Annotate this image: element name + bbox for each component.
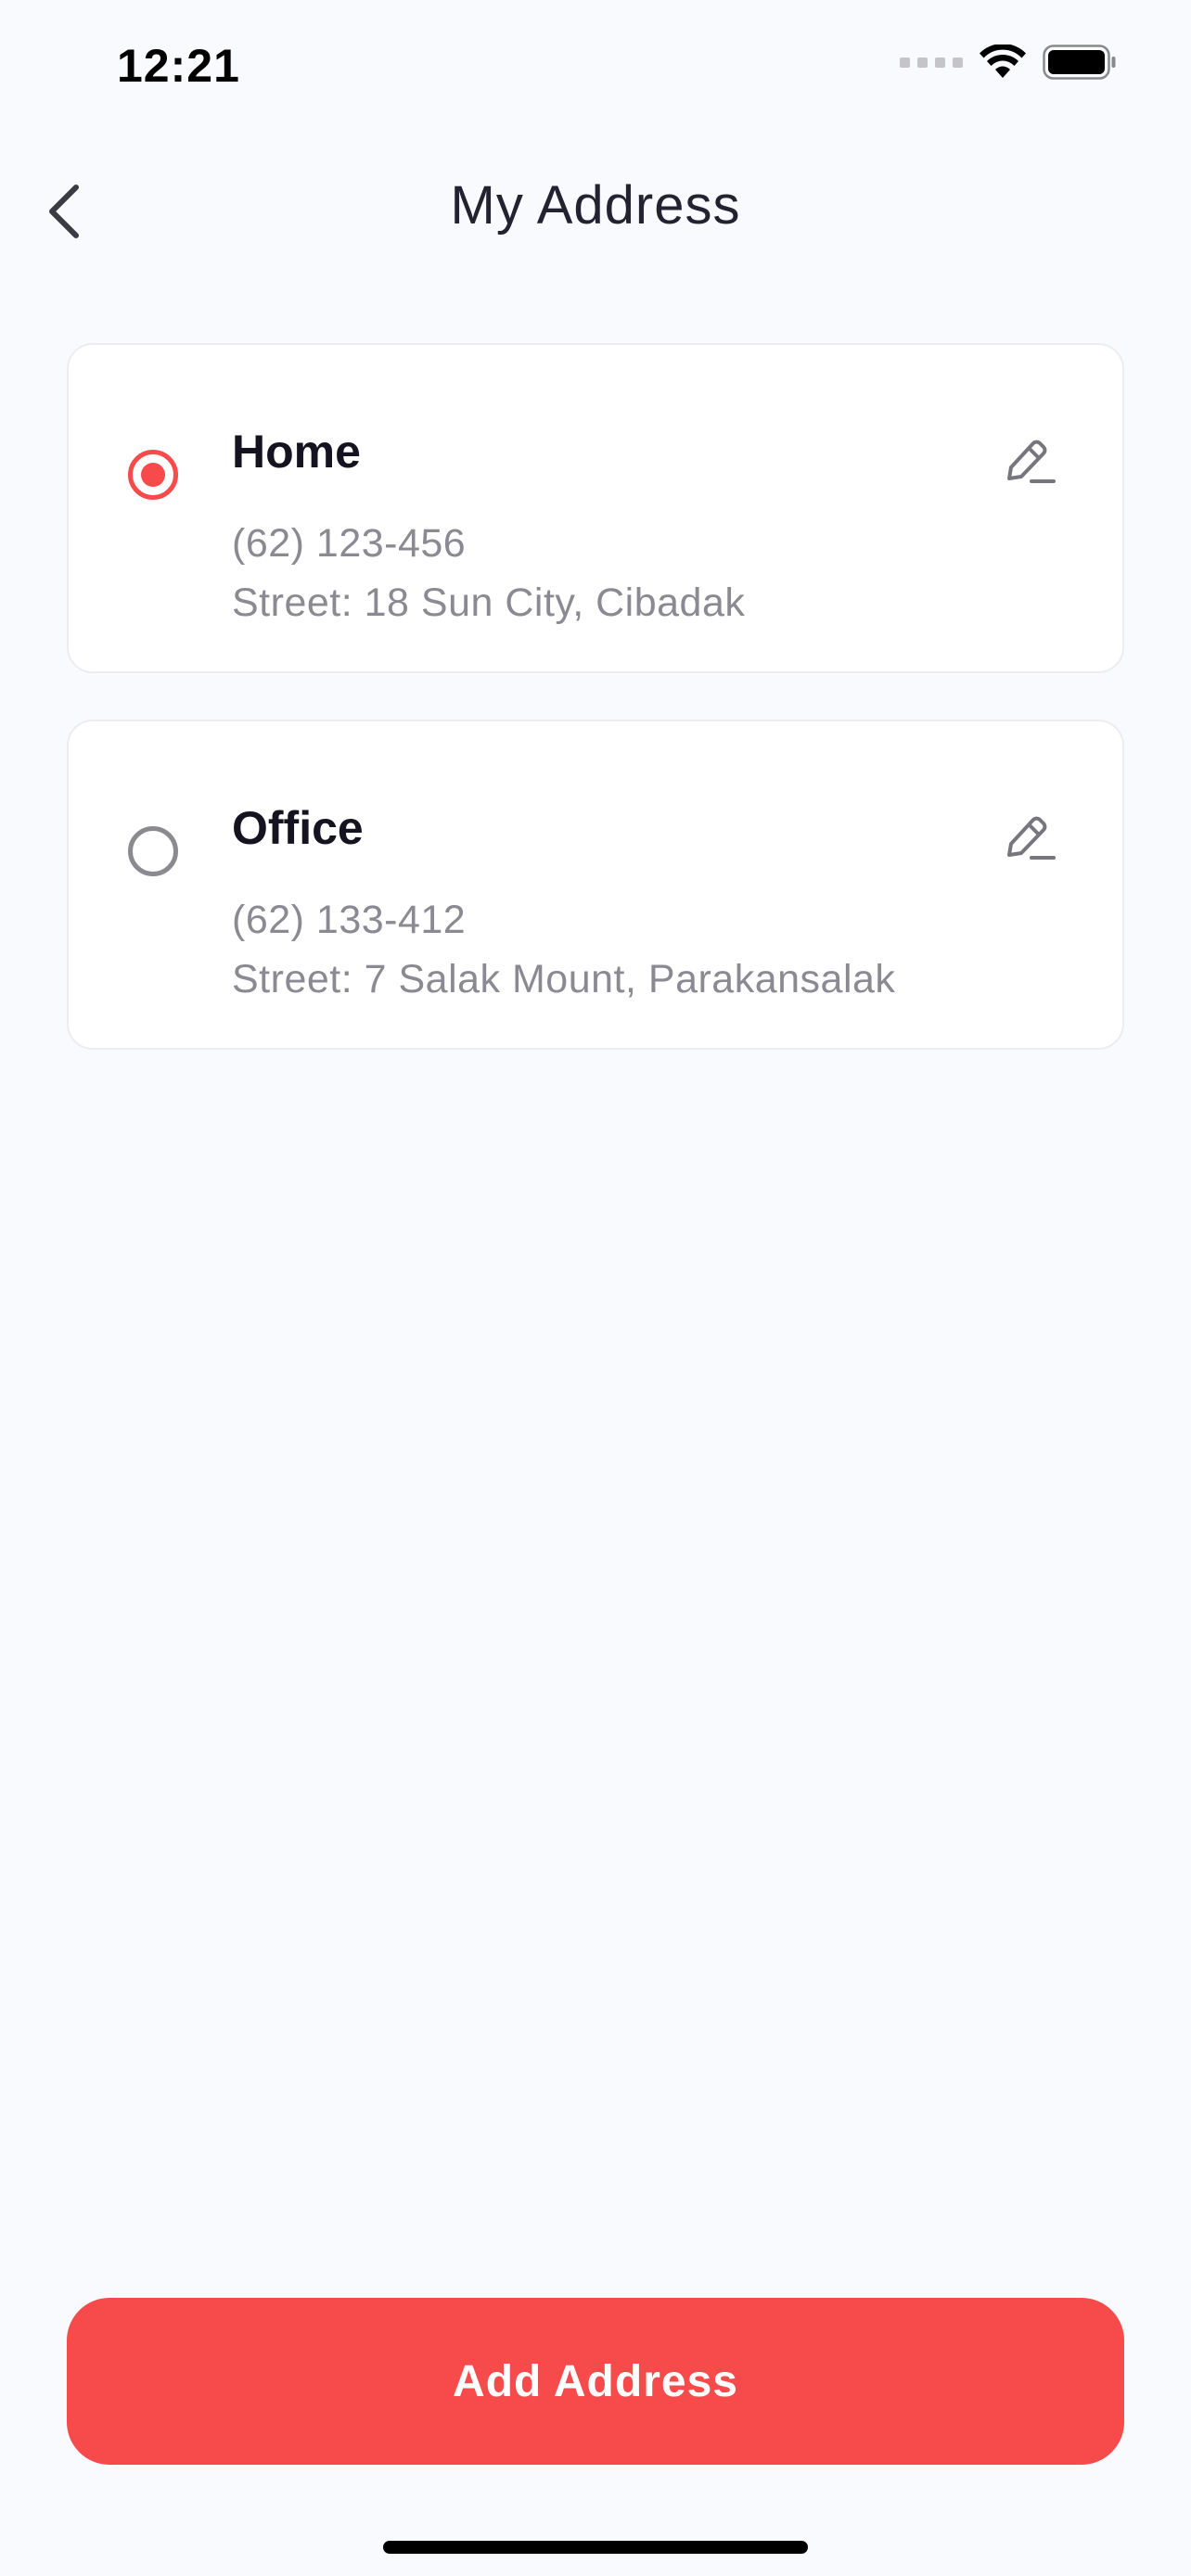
add-address-button[interactable]: Add Address — [67, 2298, 1124, 2465]
address-label: Home — [232, 426, 361, 478]
address-street: Street: 7 Salak Mount, Parakansalak — [232, 957, 896, 1001]
status-time: 12:21 — [117, 40, 240, 92]
page-title: My Address — [450, 175, 741, 236]
address-phone: (62) 133-412 — [232, 898, 467, 942]
pencil-edit-icon — [1007, 816, 1056, 860]
battery-icon — [1043, 45, 1116, 80]
radio-selected-icon[interactable] — [128, 450, 178, 500]
pencil-edit-icon — [1007, 440, 1056, 483]
address-list: Home (62) 123-456 Street: 18 Sun City, C… — [67, 343, 1124, 1096]
address-street: Street: 18 Sun City, Cibadak — [232, 580, 746, 625]
header: My Address — [0, 148, 1191, 269]
address-card-home[interactable]: Home (62) 123-456 Street: 18 Sun City, C… — [67, 343, 1124, 673]
home-indicator — [383, 2541, 808, 2554]
status-bar: 12:21 — [0, 0, 1191, 139]
radio-unselected-icon[interactable] — [128, 826, 178, 876]
address-phone: (62) 123-456 — [232, 521, 467, 566]
address-card-office[interactable]: Office (62) 133-412 Street: 7 Salak Moun… — [67, 720, 1124, 1050]
wifi-icon — [980, 45, 1026, 78]
status-icons — [900, 45, 1117, 80]
edit-address-button[interactable] — [992, 423, 1067, 497]
signal-icon — [900, 57, 963, 68]
address-label: Office — [232, 802, 364, 854]
edit-address-button[interactable] — [992, 799, 1067, 874]
